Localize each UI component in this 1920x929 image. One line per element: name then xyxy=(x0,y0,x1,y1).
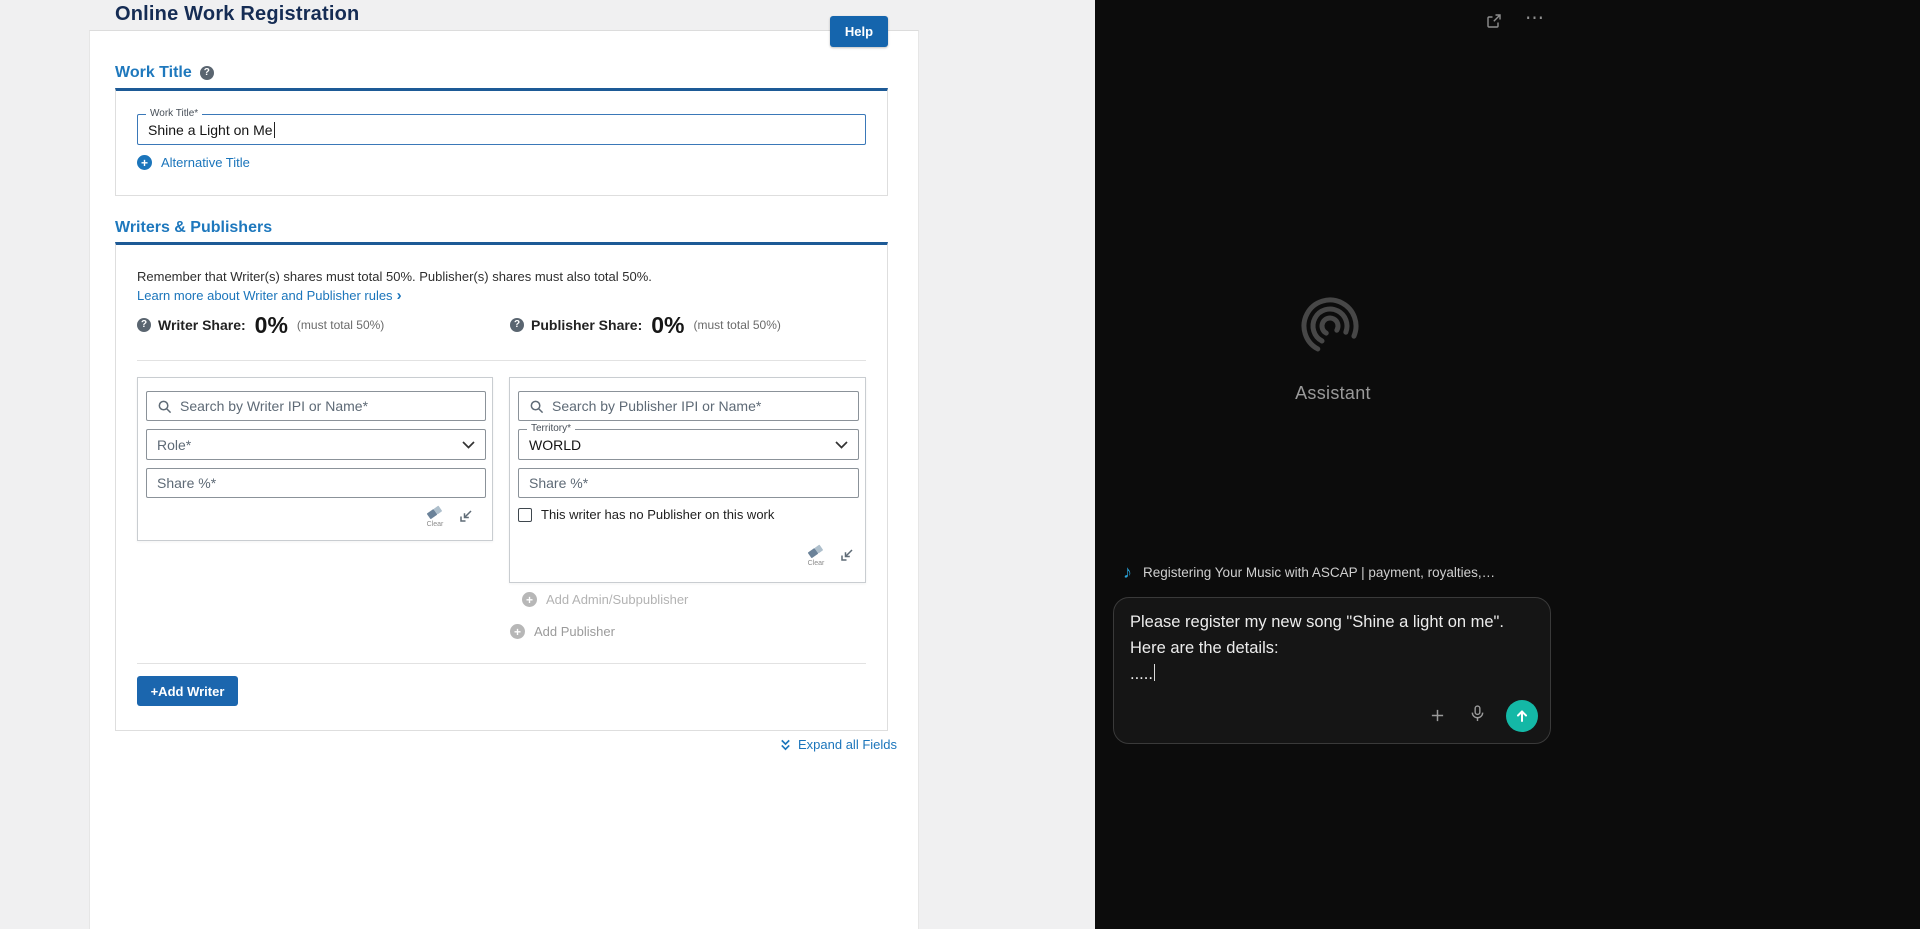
search-icon xyxy=(529,399,544,414)
writer-share-value: 0% xyxy=(254,311,288,338)
writer-share-note: (must total 50%) xyxy=(296,318,385,332)
chat-line-3-text: ..... xyxy=(1130,665,1153,683)
publisher-search-input[interactable] xyxy=(552,398,848,414)
music-note-icon: ♪ xyxy=(1123,562,1132,582)
chevron-right-icon: › xyxy=(396,287,402,304)
open-external-icon[interactable] xyxy=(1486,13,1502,29)
publisher-share-help-icon[interactable]: ? xyxy=(510,318,524,332)
chat-input-text[interactable]: Please register my new song "Shine a lig… xyxy=(1130,609,1534,687)
publisher-search-field xyxy=(518,391,859,421)
plus-circle-icon: + xyxy=(137,155,152,170)
no-publisher-label: This writer has no Publisher on this wor… xyxy=(541,507,775,522)
writer-share-summary: ? Writer Share: 0% (must total 50%) xyxy=(137,310,384,340)
publisher-card: Territory* WORLD This writer has no Publ… xyxy=(509,377,866,583)
microphone-icon[interactable] xyxy=(1470,704,1485,724)
chevron-down-icon xyxy=(835,440,848,449)
writer-share-field xyxy=(146,468,486,498)
learn-more-link[interactable]: Learn more about Writer and Publisher ru… xyxy=(137,288,402,303)
shares-reminder-text: Remember that Writer(s) shares must tota… xyxy=(137,269,652,284)
alternative-title-label: Alternative Title xyxy=(161,155,250,170)
add-publisher-label: Add Publisher xyxy=(534,624,615,639)
writer-share-input[interactable] xyxy=(157,475,475,491)
eraser-icon xyxy=(426,505,442,519)
publisher-share-summary: ? Publisher Share: 0% (must total 50%) xyxy=(510,310,781,340)
chat-line-3: ..... xyxy=(1130,661,1534,687)
territory-value: WORLD xyxy=(529,436,582,453)
chat-line-1-text: Please register my new song "Shine a lig… xyxy=(1130,613,1504,631)
writer-share-label: Writer Share: xyxy=(158,317,246,333)
publisher-share-value: 0% xyxy=(651,311,685,338)
plus-circle-icon: + xyxy=(522,592,537,607)
send-button[interactable] xyxy=(1506,700,1538,732)
chat-input-box[interactable]: Please register my new song "Shine a lig… xyxy=(1113,597,1551,744)
section-divider xyxy=(137,663,866,664)
writer-role-select[interactable]: Role* xyxy=(146,429,486,460)
writer-card: Role* Clear xyxy=(137,377,493,541)
publisher-clear-label: Clear xyxy=(807,560,825,567)
add-publisher-link[interactable]: + Add Publisher xyxy=(510,624,615,639)
help-button[interactable]: Help xyxy=(830,16,888,47)
writer-collapse-icon[interactable] xyxy=(458,508,474,529)
learn-more-label: Learn more about Writer and Publisher ru… xyxy=(137,288,393,303)
assistant-panel: ⋯ Assistant ♪ Registering Your Music wit… xyxy=(1095,0,1920,929)
plus-circle-icon: + xyxy=(510,624,525,639)
publisher-share-input[interactable] xyxy=(529,475,848,491)
arrow-up-icon xyxy=(1517,710,1527,722)
assistant-logo xyxy=(1300,296,1364,365)
work-title-field-value: Shine a Light on Me xyxy=(148,121,273,138)
writer-clear-label: Clear xyxy=(426,521,444,528)
add-admin-subpublisher-link[interactable]: + Add Admin/Subpublisher xyxy=(522,592,688,607)
chat-caret xyxy=(1153,664,1156,681)
no-publisher-checkbox[interactable] xyxy=(518,507,532,522)
add-admin-label: Add Admin/Subpublisher xyxy=(546,592,689,607)
writer-share-help-icon[interactable]: ? xyxy=(137,318,151,332)
search-icon xyxy=(157,399,172,414)
writers-publishers-section-header: Writers & Publishers xyxy=(115,219,272,237)
assistant-name: Assistant xyxy=(1295,383,1371,403)
writers-publishers-heading: Writers & Publishers xyxy=(115,219,273,236)
writer-search-input[interactable] xyxy=(180,398,475,414)
double-chevron-down-icon xyxy=(779,738,792,752)
publisher-collapse-icon[interactable] xyxy=(839,547,855,568)
publisher-share-note: (must total 50%) xyxy=(693,318,781,332)
work-title-field-label: Work Title* xyxy=(146,108,203,119)
chat-line-2: Here are the details: xyxy=(1130,635,1534,661)
publisher-clear-button[interactable]: Clear xyxy=(806,544,826,567)
publisher-territory-select[interactable]: Territory* WORLD xyxy=(518,423,859,460)
work-title-field[interactable]: Work Title* Shine a Light on Me xyxy=(137,108,866,145)
publisher-share-label: Publisher Share: xyxy=(531,317,643,333)
history-title: Registering Your Music with ASCAP | paym… xyxy=(1143,564,1496,580)
chevron-down-icon xyxy=(462,440,475,449)
screen: Online Work Registration Help Work Title… xyxy=(0,0,1920,929)
expand-all-fields-link[interactable]: Expand all Fields xyxy=(779,737,897,752)
alternative-title-link[interactable]: + Alternative Title xyxy=(137,155,250,170)
attach-plus-icon[interactable] xyxy=(1430,708,1445,723)
writer-clear-button[interactable]: Clear xyxy=(425,505,445,528)
role-placeholder: Role* xyxy=(157,436,192,453)
chat-line-1: Please register my new song "Shine a lig… xyxy=(1130,609,1534,635)
work-title-section-header: Work Title ? xyxy=(115,64,214,82)
no-publisher-checkbox-row[interactable]: This writer has no Publisher on this wor… xyxy=(518,507,774,522)
work-title-heading: Work Title xyxy=(115,64,192,81)
more-options-icon[interactable]: ⋯ xyxy=(1525,9,1545,28)
eraser-icon xyxy=(807,544,823,558)
section-divider xyxy=(137,360,866,361)
add-writer-button[interactable]: +Add Writer xyxy=(137,676,238,706)
help-question-icon[interactable]: ? xyxy=(199,66,214,80)
work-registration-pane: Online Work Registration Help Work Title… xyxy=(0,0,1095,929)
publisher-share-field xyxy=(518,468,859,498)
page-title: Online Work Registration xyxy=(115,3,360,25)
chat-history-item[interactable]: ♪ Registering Your Music with ASCAP | pa… xyxy=(1123,563,1543,581)
chat-line-2-text: Here are the details: xyxy=(1130,639,1279,657)
territory-label: Territory* xyxy=(527,423,576,434)
writer-search-field xyxy=(146,391,486,421)
expand-all-label: Expand all Fields xyxy=(798,737,897,752)
text-caret xyxy=(273,121,275,138)
